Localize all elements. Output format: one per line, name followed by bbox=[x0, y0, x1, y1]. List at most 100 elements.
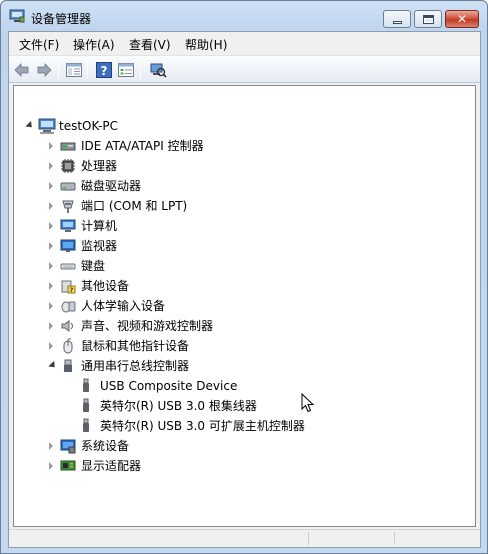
title-bar[interactable]: 设备管理器 ✕ bbox=[1, 1, 487, 31]
collapse-arrow-icon[interactable] bbox=[48, 360, 58, 371]
tree-category-node[interactable]: 通用串行总线控制器 bbox=[14, 356, 314, 376]
tree-category-label: 人体学输入设备 bbox=[81, 299, 166, 313]
device-manager-window: 设备管理器 ✕ 文件(F) 操作(A) 查看(V) 帮助(H) ? testOK… bbox=[0, 0, 488, 554]
monitor-icon bbox=[60, 239, 76, 252]
hid-icon bbox=[61, 301, 76, 313]
device-manager-app-icon bbox=[9, 9, 25, 23]
toolbar: ? bbox=[9, 55, 480, 83]
tree-category-node[interactable]: 监视器 bbox=[14, 236, 314, 256]
tree-root-node[interactable]: testOK-PC bbox=[14, 116, 214, 136]
display-adapter-icon bbox=[60, 460, 76, 471]
close-button[interactable]: ✕ bbox=[445, 10, 479, 28]
forward-arrow-icon[interactable] bbox=[35, 61, 53, 79]
expand-arrow-icon[interactable] bbox=[49, 322, 53, 330]
menu-action[interactable]: 操作(A) bbox=[73, 36, 115, 53]
tree-category-node[interactable]: IDE ATA/ATAPI 控制器 bbox=[14, 136, 314, 156]
tree-category-label: 鼠标和其他指针设备 bbox=[81, 339, 190, 353]
usb-icon bbox=[64, 359, 72, 372]
svg-text:?: ? bbox=[70, 287, 74, 294]
expand-arrow-icon[interactable] bbox=[49, 222, 53, 230]
tree-category-node[interactable]: 人体学输入设备 bbox=[14, 296, 314, 316]
window-title: 设备管理器 bbox=[31, 12, 92, 26]
usb-device-icon bbox=[83, 418, 89, 432]
disk-drive-icon bbox=[60, 182, 76, 191]
expand-arrow-icon[interactable] bbox=[49, 302, 53, 310]
tree-category-label: 计算机 bbox=[81, 219, 118, 233]
tree-category-node[interactable]: 磁盘驱动器 bbox=[14, 176, 314, 196]
tree-category-label: IDE ATA/ATAPI 控制器 bbox=[81, 139, 204, 153]
menu-view[interactable]: 查看(V) bbox=[129, 36, 171, 53]
menu-bar: 文件(F) 操作(A) 查看(V) 帮助(H) bbox=[9, 32, 480, 54]
keyboard-icon bbox=[60, 263, 76, 270]
scan-hardware-icon[interactable] bbox=[149, 61, 167, 79]
ide-controller-icon bbox=[60, 142, 76, 151]
processor-icon bbox=[61, 159, 75, 173]
tree-category-label: 声音、视频和游戏控制器 bbox=[81, 319, 214, 333]
minimize-button[interactable] bbox=[383, 10, 411, 28]
help-icon[interactable]: ? bbox=[95, 61, 113, 79]
expand-arrow-icon[interactable] bbox=[49, 182, 53, 190]
expand-arrow-icon[interactable] bbox=[49, 342, 53, 350]
sound-icon bbox=[61, 320, 73, 332]
expand-arrow-icon[interactable] bbox=[49, 162, 53, 170]
client-area: 文件(F) 操作(A) 查看(V) 帮助(H) ? testOK-PC IDE … bbox=[8, 31, 481, 548]
expand-arrow-icon[interactable] bbox=[49, 202, 53, 210]
device-tree[interactable]: testOK-PC IDE ATA/ATAPI 控制器 处理器磁盘驱动器端口 (C… bbox=[13, 85, 476, 527]
system-devices-icon bbox=[60, 439, 76, 454]
tree-category-node[interactable]: ? 其他设备 bbox=[14, 276, 314, 296]
expand-arrow-icon[interactable] bbox=[49, 442, 53, 450]
collapse-arrow-icon[interactable] bbox=[25, 120, 35, 131]
tree-usb-device-label: 英特尔(R) USB 3.0 可扩展主机控制器 bbox=[100, 419, 305, 433]
tree-category-node[interactable]: 端口 (COM 和 LPT) bbox=[14, 196, 314, 216]
tree-usb-device-node[interactable]: USB Composite Device bbox=[14, 376, 314, 396]
maximize-button[interactable] bbox=[414, 10, 442, 28]
port-icon bbox=[62, 200, 74, 213]
expand-arrow-icon[interactable] bbox=[49, 242, 53, 250]
mouse-icon bbox=[63, 338, 73, 354]
tree-category-label: 键盘 bbox=[81, 259, 106, 273]
tree-category-label: 显示适配器 bbox=[81, 459, 142, 473]
expand-arrow-icon[interactable] bbox=[49, 282, 53, 290]
status-bar bbox=[9, 529, 480, 547]
tree-category-node[interactable]: 鼠标和其他指针设备 bbox=[14, 336, 314, 356]
computer-icon bbox=[60, 219, 76, 232]
tree-category-label: 监视器 bbox=[81, 239, 118, 253]
properties-icon[interactable] bbox=[117, 61, 135, 79]
show-hide-console-tree-icon[interactable] bbox=[65, 61, 83, 79]
usb-device-icon bbox=[83, 378, 89, 392]
status-cell-secondary bbox=[311, 532, 395, 545]
maximize-icon bbox=[423, 15, 434, 24]
tree-category-label: 处理器 bbox=[81, 159, 118, 173]
tree-category-label: 其他设备 bbox=[81, 279, 130, 293]
other-devices-icon: ? bbox=[61, 280, 76, 294]
expand-arrow-icon[interactable] bbox=[49, 142, 53, 150]
minimize-icon bbox=[393, 21, 402, 24]
toolbar-separator bbox=[87, 61, 88, 79]
toolbar-separator bbox=[140, 61, 141, 79]
tree-usb-device-node[interactable]: 英特尔(R) USB 3.0 可扩展主机控制器 bbox=[14, 416, 314, 436]
back-arrow-icon[interactable] bbox=[13, 61, 31, 79]
close-icon: ✕ bbox=[456, 12, 468, 26]
tree-category-node[interactable]: 显示适配器 bbox=[14, 456, 314, 476]
tree-category-label: 系统设备 bbox=[81, 439, 130, 453]
usb-device-icon bbox=[83, 398, 89, 412]
tree-category-node[interactable]: 键盘 bbox=[14, 256, 314, 276]
menu-file[interactable]: 文件(F) bbox=[19, 36, 59, 53]
mouse-pointer-icon bbox=[301, 393, 315, 413]
root-label: testOK-PC bbox=[59, 119, 119, 133]
toolbar-separator bbox=[58, 61, 59, 79]
menu-help[interactable]: 帮助(H) bbox=[185, 36, 227, 53]
tree-category-node[interactable]: 处理器 bbox=[14, 156, 314, 176]
tree-category-node[interactable]: 声音、视频和游戏控制器 bbox=[14, 316, 314, 336]
tree-usb-device-node[interactable]: 英特尔(R) USB 3.0 根集线器 bbox=[14, 396, 314, 416]
expand-arrow-icon[interactable] bbox=[49, 262, 53, 270]
tree-usb-device-label: 英特尔(R) USB 3.0 根集线器 bbox=[100, 399, 257, 413]
status-cell-main bbox=[9, 532, 309, 545]
tree-category-node[interactable]: 系统设备 bbox=[14, 436, 314, 456]
tree-category-node[interactable]: 计算机 bbox=[14, 216, 314, 236]
tree-category-label: 通用串行总线控制器 bbox=[81, 359, 190, 373]
tree-usb-device-label: USB Composite Device bbox=[100, 379, 238, 393]
expand-arrow-icon[interactable] bbox=[49, 462, 53, 470]
tree-category-label: 磁盘驱动器 bbox=[81, 179, 142, 193]
status-cell-tertiary bbox=[397, 532, 479, 545]
